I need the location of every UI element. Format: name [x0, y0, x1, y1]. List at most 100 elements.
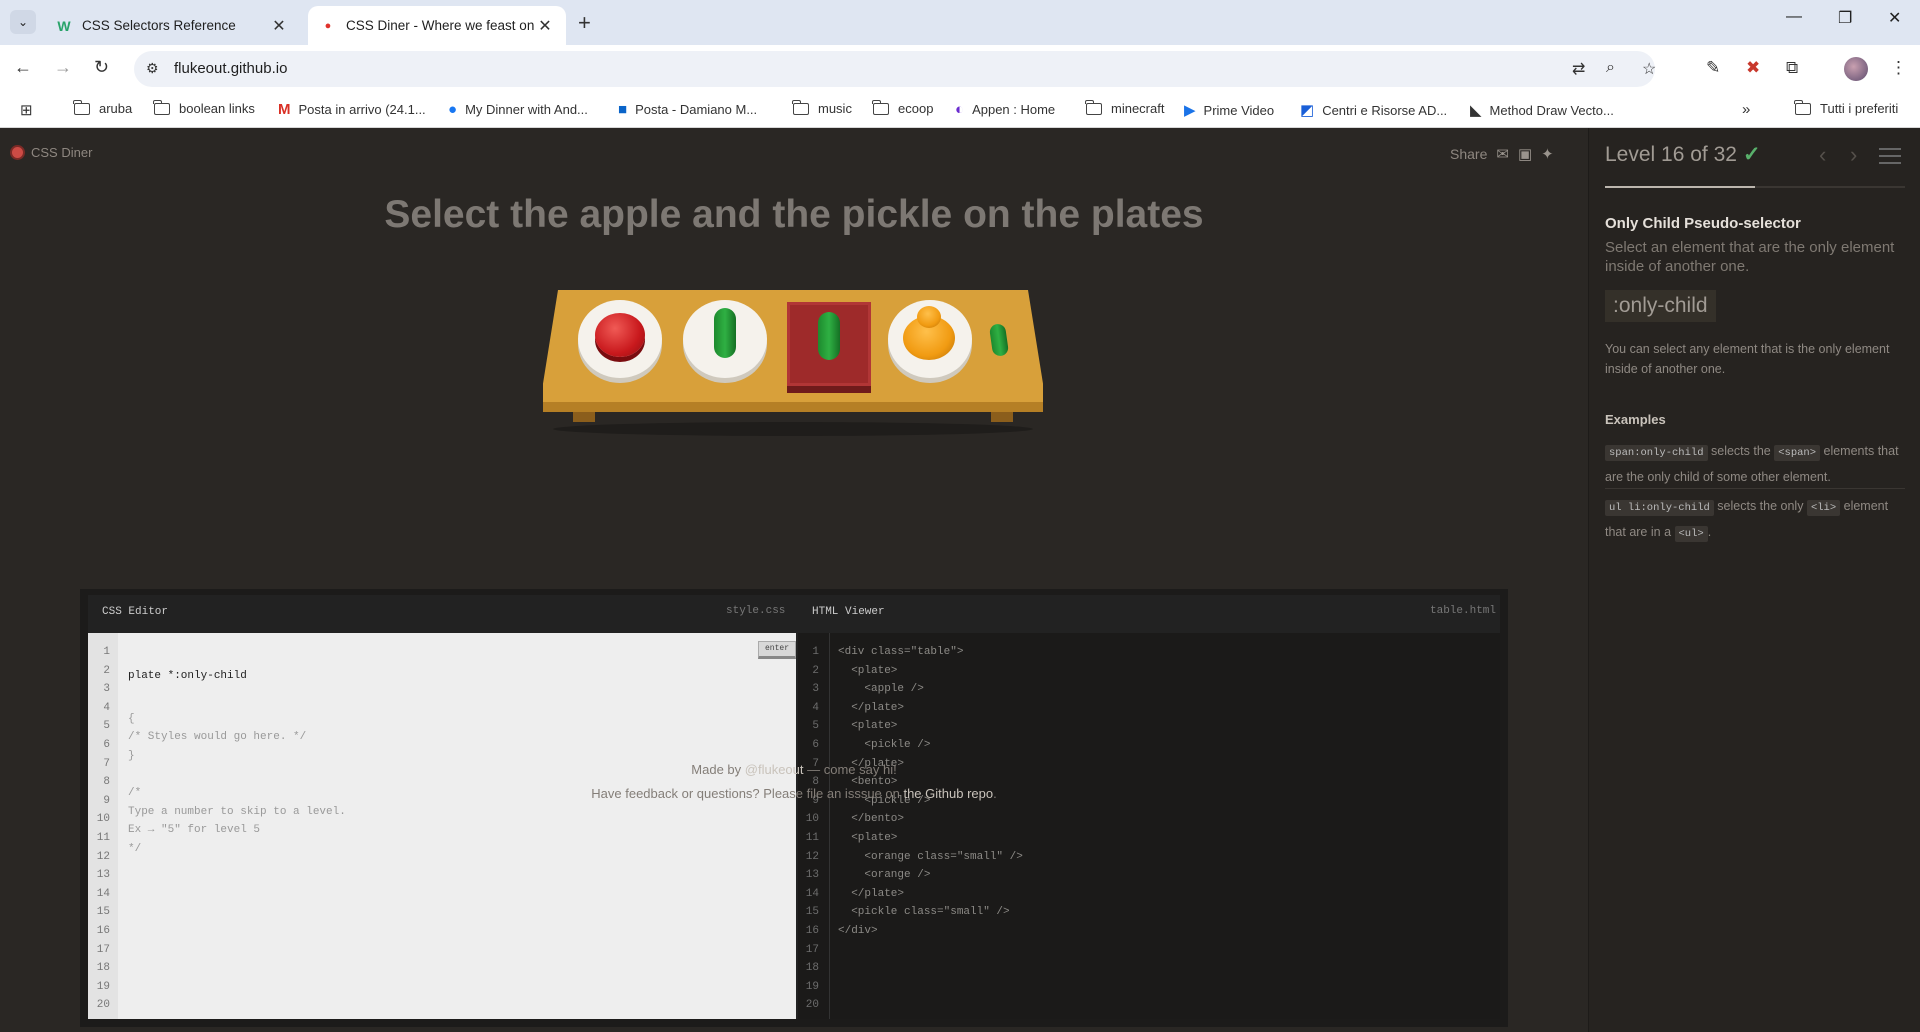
share-label: Share	[1450, 146, 1488, 162]
profile-avatar[interactable]	[1844, 57, 1868, 81]
reload-icon[interactable]: ↻	[94, 57, 109, 78]
line-number: 3	[103, 683, 110, 696]
line-number: 15	[805, 906, 819, 919]
line-number: 13	[805, 869, 819, 882]
forward-arrow-icon[interactable]: →	[54, 57, 72, 78]
email-icon[interactable]: ✉	[1496, 145, 1509, 163]
css-code: plate *:only-child {/* Styles would go h…	[128, 643, 346, 855]
line-number: 1	[812, 646, 819, 658]
bookmark-boolean-links[interactable]: boolean links	[153, 99, 255, 116]
zoom-icon[interactable]: ⌕	[1606, 59, 1615, 77]
table-leg	[991, 412, 1013, 422]
bookmark-prime-video[interactable]: ▶ Prime Video	[1184, 101, 1274, 119]
next-level-icon[interactable]: ›	[1850, 142, 1857, 168]
level-text: Level 16 of 32	[1605, 143, 1737, 166]
line-number: 17	[805, 943, 819, 956]
orange-small[interactable]	[917, 306, 941, 328]
level-menu-icon[interactable]	[1879, 148, 1901, 164]
bookmark-gmail[interactable]: M Posta in arrivo (24.1...	[278, 101, 426, 118]
bookmark-star-icon[interactable]: ☆	[1642, 59, 1656, 79]
window-close-icon[interactable]: ✕	[1888, 8, 1901, 28]
tab-css-selectors-reference[interactable]: W CSS Selectors Reference ✕	[44, 6, 300, 45]
line-number: 5	[103, 720, 110, 733]
bookmark-outlook[interactable]: ■ Posta - Damiano M...	[618, 101, 757, 118]
plate-1[interactable]	[578, 300, 662, 378]
github-repo-link[interactable]: the Github repo	[903, 786, 993, 801]
html-code-line: <plate>	[838, 831, 898, 844]
minimize-icon[interactable]: —	[1786, 8, 1802, 26]
tab-title: CSS Diner - Where we feast on	[346, 18, 535, 33]
plate-3[interactable]	[888, 300, 972, 378]
bento[interactable]	[787, 302, 871, 386]
selector-hint: You can select any element that is the o…	[1605, 342, 1890, 376]
css-diner-logo[interactable]: CSS Diner	[10, 145, 92, 160]
html-code-line: <div class="table">	[838, 646, 964, 658]
flukeout-link[interactable]: @flukeout	[745, 762, 804, 777]
bookmarks-overflow-icon[interactable]: »	[1742, 101, 1750, 118]
pickle[interactable]	[714, 308, 736, 358]
apps-grid-icon[interactable]: ⊞	[20, 101, 41, 119]
line-number: 11	[96, 831, 110, 844]
translate-icon[interactable]: ⇄	[1572, 59, 1585, 79]
facebook-share-icon[interactable]: ▣	[1518, 145, 1532, 163]
selector-input[interactable]: plate *:only-child	[128, 667, 346, 686]
level-sidebar: Level 16 of 32 ✓ ‹ › Only Child Pseudo-se…	[1588, 128, 1920, 1032]
close-icon[interactable]: ✕	[536, 16, 554, 36]
address-bar[interactable]: ⚙ flukeout.github.io ⇄ ⌕ ☆	[134, 51, 1656, 87]
line-number: 3	[812, 683, 819, 696]
level-header[interactable]: Level 16 of 32 ✓	[1605, 142, 1761, 167]
html-code-line: </plate>	[838, 887, 905, 900]
new-tab-plus-icon[interactable]: +	[578, 10, 591, 36]
back-arrow-icon[interactable]: ←	[14, 57, 32, 78]
html-viewer: 1 2 3 4 5 6 7 8 9 10 11 12 13 14 15 16 17 18 19 20 <div cla…	[798, 633, 1500, 1019]
previous-level-icon[interactable]: ‹	[1819, 142, 1826, 168]
tab-css-diner[interactable]: ● CSS Diner - Where we feast on ✕	[308, 6, 566, 45]
enter-button[interactable]: enter	[758, 641, 796, 659]
html-code-line: </plate>	[838, 701, 905, 714]
bookmark-ecoop[interactable]: ecoop	[872, 99, 933, 116]
outlook-icon: ■	[618, 101, 628, 118]
more-menu-icon[interactable]: ⋮	[1890, 58, 1907, 78]
line-number: 5	[812, 720, 819, 733]
selector-syntax: :only-child	[1605, 290, 1716, 322]
colorful-extension-icon[interactable]: ✖	[1746, 58, 1760, 78]
pickle[interactable]	[818, 312, 840, 360]
restore-icon[interactable]: ❐	[1838, 8, 1852, 28]
bookmark-appen[interactable]: ◐ Appen : Home	[955, 101, 1055, 118]
adobe-icon: ◩	[1300, 102, 1315, 119]
site-info-icon[interactable]: ⚙	[146, 60, 159, 77]
apple[interactable]	[595, 313, 645, 357]
line-number: 15	[96, 906, 110, 919]
plate-2[interactable]	[683, 300, 767, 378]
footer-feedback: Have feedback or questions? Please file …	[591, 786, 997, 801]
bookmark-facebook[interactable]: ● My Dinner with And...	[448, 101, 588, 118]
tab-title: CSS Selectors Reference	[82, 18, 236, 33]
extensions-puzzle-icon[interactable]: ⧉	[1786, 58, 1798, 78]
tab-search-chevron-icon[interactable]: ⌄	[10, 10, 36, 34]
bookmark-adobe[interactable]: ◩ Centri e Risorse AD...	[1300, 101, 1447, 119]
bookmark-method-draw[interactable]: ◣ Method Draw Vecto...	[1470, 101, 1614, 119]
url-text[interactable]: flukeout.github.io	[174, 60, 287, 77]
line-number: 2	[812, 664, 819, 677]
eyedropper-extension-icon[interactable]: ✎	[1706, 58, 1720, 78]
css-editor: 1 2 3 4 5 6 7 8 9 10 11 12 13 14 15 16 17 18 19 20 plate *:…	[88, 633, 796, 1019]
line-number: 12	[805, 850, 819, 863]
table-shadow	[553, 422, 1033, 436]
line-number: 19	[805, 980, 819, 993]
line-number: 18	[96, 962, 110, 975]
checkmark-icon: ✓	[1742, 143, 1761, 166]
line-number: 18	[805, 962, 819, 975]
css-file-name: style.css	[726, 605, 786, 617]
twitter-share-icon[interactable]: ✦	[1541, 145, 1554, 163]
method-draw-icon: ◣	[1470, 102, 1482, 119]
bookmark-minecraft[interactable]: minecraft	[1085, 99, 1164, 116]
bookmark-music[interactable]: music	[792, 99, 852, 116]
share-bar: Share ✉ ▣ ✦	[1450, 145, 1554, 163]
html-code-line: </bento>	[838, 813, 905, 826]
close-icon[interactable]: ✕	[270, 16, 288, 36]
html-code-line: <pickle class="small" />	[838, 906, 1010, 919]
folder-icon	[153, 99, 170, 115]
bookmark-aruba[interactable]: aruba	[73, 99, 132, 116]
line-number: 20	[805, 999, 819, 1012]
all-bookmarks[interactable]: Tutti i preferiti	[1794, 99, 1898, 116]
